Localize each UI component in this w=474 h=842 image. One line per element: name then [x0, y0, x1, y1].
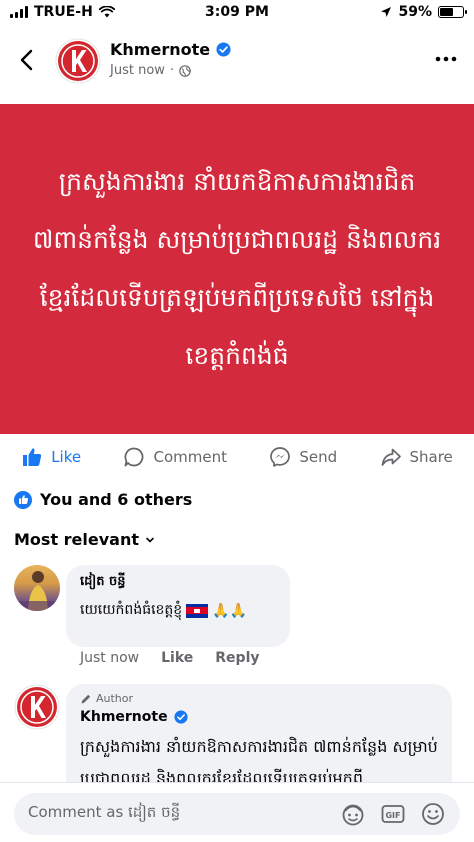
- post-action-bar: Like Comment Send Share: [0, 436, 474, 478]
- more-options-icon[interactable]: [434, 52, 458, 66]
- globe-icon: [179, 64, 191, 77]
- share-label: Share: [409, 448, 453, 466]
- comment-placeholder: Comment as ដៀត ចន្ធី: [28, 803, 181, 821]
- svg-text:GIF: GIF: [385, 811, 400, 820]
- post-image[interactable]: ក្រសួងការងារ នាំយកឱកាសការងារជិត ៧ពាន់កន្…: [0, 104, 474, 434]
- author-badge: Author: [80, 692, 438, 705]
- messenger-icon: [270, 447, 291, 467]
- post-timestamp: Just now: [110, 63, 165, 78]
- status-right: 59%: [380, 4, 467, 20]
- comment-icon: [124, 447, 144, 467]
- khmernote-avatar[interactable]: [14, 684, 60, 730]
- user-avatar[interactable]: [14, 565, 60, 611]
- comment-text: យេយេកំពង់ធំខេត្តខ្ញុំ: [80, 602, 183, 618]
- chevron-down-icon: [146, 537, 154, 543]
- comment-reply-button[interactable]: Reply: [215, 650, 259, 666]
- comment-bubble[interactable]: ដៀត ចន្ធី យេយេកំពង់ធំខេត្តខ្ញុំ 🙏🙏: [66, 565, 290, 647]
- post-meta: Just now ·: [110, 63, 191, 78]
- comment-emoji: 🙏🙏: [212, 602, 248, 619]
- post-header: Khmernote Just now ·: [0, 30, 474, 102]
- comment-like-button[interactable]: Like: [161, 650, 193, 666]
- reactions-text: You and 6 others: [40, 490, 193, 509]
- comment-composer-bar: Comment as ដៀត ចន្ធី GIF: [0, 782, 474, 842]
- comment-author[interactable]: ដៀត ចន្ធី: [80, 573, 276, 592]
- page-name-row[interactable]: Khmernote: [110, 40, 231, 59]
- comment-button[interactable]: Comment: [123, 446, 227, 468]
- cambodia-flag-icon: [186, 603, 209, 618]
- pencil-icon: [81, 694, 91, 703]
- like-button[interactable]: Like: [21, 446, 81, 468]
- verified-badge-icon: [216, 42, 231, 57]
- share-button[interactable]: Share: [380, 446, 453, 468]
- location-arrow-icon: [381, 7, 392, 17]
- send-label: Send: [299, 448, 338, 466]
- emoji-icon[interactable]: [420, 801, 446, 827]
- composer-icons: GIF: [340, 801, 446, 827]
- like-reaction-icon: [14, 490, 32, 509]
- page-name[interactable]: Khmernote: [110, 40, 210, 59]
- post-image-text: ក្រសួងការងារ នាំយកឱកាសការងារជិត ៧ពាន់កន្…: [32, 167, 442, 370]
- comment-author[interactable]: Khmernote: [80, 709, 168, 725]
- sort-label: Most relevant: [14, 530, 139, 549]
- status-bar: TRUE-H 3:09 PM 59%: [0, 0, 474, 26]
- verified-badge-icon: [174, 710, 188, 724]
- gif-icon[interactable]: GIF: [380, 801, 406, 827]
- battery-icon: [438, 6, 467, 18]
- thumbs-up-icon: [23, 448, 42, 466]
- reactions-summary[interactable]: You and 6 others: [14, 490, 192, 509]
- comment-sort-dropdown[interactable]: Most relevant: [14, 530, 155, 549]
- comment-label: Comment: [153, 448, 227, 466]
- like-label: Like: [51, 448, 82, 466]
- comment-time: Just now: [80, 650, 140, 666]
- comment-meta: Just now Like Reply: [80, 650, 260, 666]
- comment-input[interactable]: Comment as ដៀត ចន្ធី GIF: [14, 793, 460, 835]
- avatar-sticker-icon[interactable]: [340, 801, 366, 827]
- comment-text-row: យេយេកំពង់ធំខេត្តខ្ញុំ 🙏🙏: [80, 600, 276, 621]
- share-arrow-icon: [381, 448, 401, 466]
- back-chevron-icon[interactable]: [14, 46, 42, 74]
- comment-author-row: Khmernote: [80, 709, 438, 725]
- khmernote-logo[interactable]: [55, 38, 101, 84]
- meta-dot: ·: [169, 63, 175, 78]
- battery-percent: 59%: [398, 4, 432, 20]
- send-button[interactable]: Send: [269, 446, 337, 468]
- author-badge-label: Author: [96, 692, 134, 705]
